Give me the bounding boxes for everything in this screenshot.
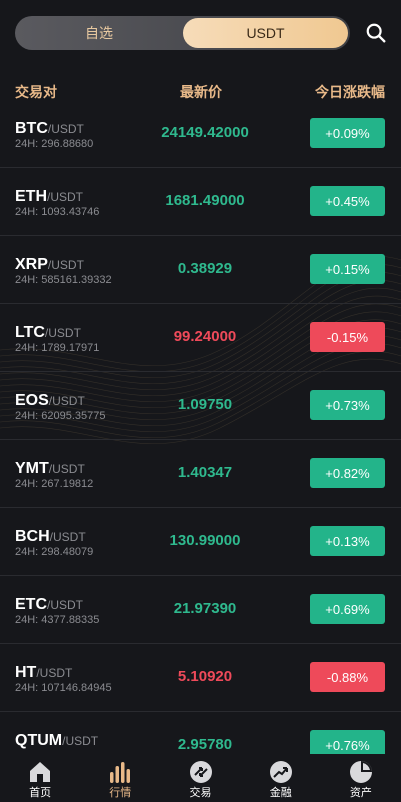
change-badge[interactable]: +0.45% xyxy=(310,186,385,216)
tab-market[interactable]: 行情 xyxy=(80,754,160,802)
quote-symbol: /USDT xyxy=(47,122,84,136)
change-badge[interactable]: +0.73% xyxy=(310,390,385,420)
quote-symbol: /USDT xyxy=(44,326,81,340)
base-symbol: XRP xyxy=(15,256,48,273)
quote-symbol: /USDT xyxy=(48,394,85,408)
quote-symbol: /USDT xyxy=(62,734,99,748)
volume-24h: 24H: 107146.84945 xyxy=(15,682,112,694)
volume-24h: 24H: 62095.35775 xyxy=(15,410,106,422)
quote-symbol: /USDT xyxy=(47,598,83,612)
tab-assets[interactable]: 资产 xyxy=(321,754,401,802)
tab-favorites[interactable]: 自选 xyxy=(19,18,179,48)
market-row[interactable]: XRP/USDT 24H: 585161.39332 0.38929 +0.15% xyxy=(0,236,401,304)
quote-symbol: /USDT xyxy=(49,530,86,544)
search-icon[interactable] xyxy=(365,22,387,44)
pair-symbol: BTC/USDT xyxy=(15,120,84,138)
tab-finance[interactable]: 金融 xyxy=(241,754,321,802)
latest-price: 5.10920 xyxy=(177,668,233,685)
header-change: 今日涨跌幅 xyxy=(315,84,385,100)
change-badge[interactable]: -0.88% xyxy=(310,662,385,692)
volume-24h: 24H: 298.48079 xyxy=(15,546,94,558)
home-icon xyxy=(30,762,51,782)
market-row[interactable]: HT/USDT 24H: 107146.84945 5.10920 -0.88% xyxy=(0,644,401,712)
quote-symbol: /USDT xyxy=(47,258,84,272)
change-badge[interactable]: +0.82% xyxy=(310,458,385,488)
latest-price: 24149.42000 xyxy=(161,124,249,141)
bottom-tab-bar: 首页 行情 交易 金融 资产 xyxy=(0,754,401,802)
trade-icon xyxy=(189,761,212,783)
latest-price: 99.24000 xyxy=(173,328,237,345)
pair-symbol: ETC/USDT xyxy=(15,596,83,614)
market-row[interactable]: ETC/USDT 24H: 4377.88335 21.97390 +0.69% xyxy=(0,576,401,644)
tab-assets-label: 资产 xyxy=(349,787,372,799)
base-symbol: BCH xyxy=(15,528,50,545)
quote-symbol: /USDT xyxy=(48,462,85,476)
change-badge[interactable]: +0.69% xyxy=(310,594,385,624)
tab-usdt[interactable]: USDT xyxy=(183,18,348,48)
tab-trade[interactable]: 交易 xyxy=(160,754,240,802)
latest-price: 1.40347 xyxy=(177,464,233,481)
base-symbol: BTC xyxy=(15,120,48,137)
list-header: 交易对 最新价 今日涨跌幅 xyxy=(0,82,401,102)
volume-24h: 24H: 1789.17971 xyxy=(15,342,100,354)
change-badge[interactable]: +0.09% xyxy=(310,118,385,148)
assets-icon xyxy=(349,761,372,783)
market-row[interactable]: LTC/USDT 24H: 1789.17971 99.24000 -0.15% xyxy=(0,304,401,372)
pair-symbol: HT/USDT xyxy=(15,664,72,682)
pair-symbol: YMT/USDT xyxy=(15,460,85,478)
tab-home[interactable]: 首页 xyxy=(0,754,80,802)
change-badge[interactable]: +0.15% xyxy=(310,254,385,284)
latest-price: 1.09750 xyxy=(177,396,233,413)
change-badge[interactable]: -0.15% xyxy=(310,322,385,352)
market-row[interactable]: YMT/USDT 24H: 267.19812 1.40347 +0.82% xyxy=(0,440,401,508)
latest-price: 1681.49000 xyxy=(165,192,245,209)
pair-symbol: ETH/USDT xyxy=(15,188,83,206)
quote-symbol: /USDT xyxy=(36,666,73,680)
latest-price: 2.95780 xyxy=(177,736,233,753)
volume-24h: 24H: 4377.88335 xyxy=(15,614,100,626)
pair-symbol: XRP/USDT xyxy=(15,256,84,274)
volume-24h: 24H: 1093.43746 xyxy=(15,206,100,218)
pair-symbol: EOS/USDT xyxy=(15,392,85,410)
base-symbol: ETC xyxy=(15,596,47,613)
volume-24h: 24H: 296.88680 xyxy=(15,138,94,150)
latest-price: 130.99000 xyxy=(169,532,241,549)
base-symbol: LTC xyxy=(15,324,45,341)
base-symbol: QTUM xyxy=(15,732,63,749)
latest-price: 21.97390 xyxy=(173,600,237,617)
pair-symbol: LTC/USDT xyxy=(15,324,81,342)
base-symbol: YMT xyxy=(15,460,49,477)
base-symbol: ETH xyxy=(15,188,47,205)
tab-finance-label: 金融 xyxy=(269,787,292,799)
change-badge[interactable]: +0.13% xyxy=(310,526,385,556)
segment-control: 自选 USDT xyxy=(15,16,350,50)
header-pair: 交易对 xyxy=(15,84,57,100)
pair-symbol: BCH/USDT xyxy=(15,528,86,546)
tab-market-label: 行情 xyxy=(109,787,132,799)
tab-home-label: 首页 xyxy=(29,787,52,799)
finance-icon xyxy=(269,761,292,783)
tab-trade-label: 交易 xyxy=(189,787,212,799)
quote-symbol: /USDT xyxy=(47,190,83,204)
volume-24h: 24H: 267.19812 xyxy=(15,478,94,490)
market-icon xyxy=(110,762,131,783)
volume-24h: 24H: 585161.39332 xyxy=(15,274,112,286)
base-symbol: HT xyxy=(15,664,37,681)
top-bar: 自选 USDT xyxy=(15,16,387,52)
market-row[interactable]: BTC/USDT 24H: 296.88680 24149.42000 +0.09% xyxy=(0,100,401,168)
pair-symbol: QTUM/USDT xyxy=(15,732,98,750)
market-row[interactable]: EOS/USDT 24H: 62095.35775 1.09750 +0.73% xyxy=(0,372,401,440)
market-row[interactable]: ETH/USDT 24H: 1093.43746 1681.49000 +0.45% xyxy=(0,168,401,236)
latest-price: 0.38929 xyxy=(177,260,233,277)
market-row[interactable]: BCH/USDT 24H: 298.48079 130.99000 +0.13% xyxy=(0,508,401,576)
base-symbol: EOS xyxy=(15,392,49,409)
header-price: 最新价 xyxy=(180,84,222,100)
